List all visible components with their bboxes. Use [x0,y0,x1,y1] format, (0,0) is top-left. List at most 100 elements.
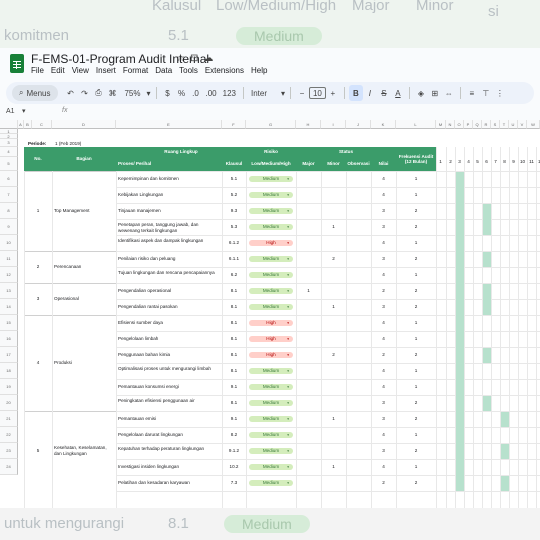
frekuensi-cell[interactable]: 1 [396,320,436,326]
bold-button[interactable]: B [348,85,363,101]
star-icon[interactable]: ☆ [176,53,190,64]
row-header[interactable]: 23 [0,443,18,459]
risk-level-chip[interactable]: Medium ▾ [249,400,293,406]
frekuensi-cell[interactable]: 1 [396,432,436,438]
zoom-select[interactable]: 75% [120,85,146,101]
nilai-cell[interactable]: 4 [371,368,396,374]
search-menus-button[interactable]: ⌕ Menus [12,85,58,101]
column-header-p[interactable]: P [464,120,473,129]
risk-level-chip[interactable]: High ▾ [249,240,293,246]
risk-level-chip[interactable]: Medium ▾ [249,480,293,486]
column-header-r[interactable]: R [482,120,491,129]
proses-cell[interactable]: Investigasi insiden lingkungan [118,464,221,470]
frekuensi-cell[interactable]: 2 [396,416,436,422]
risk-level-chip[interactable]: Medium ▾ [249,464,293,470]
select-all-corner[interactable] [0,120,18,129]
proses-cell[interactable]: Efisiensi sumber daya [118,320,221,326]
currency-format-button[interactable]: $ [161,85,175,101]
nilai-cell[interactable]: 4 [371,336,396,342]
column-header-n[interactable]: N [446,120,455,129]
more-options-icon[interactable]: ⋮ [493,85,507,101]
row-header[interactable]: 12 [0,267,18,283]
risk-level-chip[interactable]: Medium ▾ [249,416,293,422]
column-header-s[interactable]: S [491,120,500,129]
row-header[interactable]: 16 [0,331,18,347]
nilai-cell[interactable]: 3 [371,304,396,310]
menu-extensions[interactable]: Extensions [205,66,244,75]
proses-cell[interactable]: Kepatuhan terhadap peraturan lingkungan [118,446,221,452]
klausul-cell[interactable]: 9.1.2 [222,448,246,454]
nilai-cell[interactable]: 4 [371,432,396,438]
klausul-cell[interactable]: 9.1 [222,416,246,422]
frekuensi-cell[interactable]: 1 [396,192,436,198]
row-header[interactable]: 14 [0,299,18,315]
risk-level-chip[interactable]: Medium ▾ [249,304,293,310]
font-size-increase-button[interactable]: + [326,85,340,101]
frekuensi-cell[interactable]: 1 [396,336,436,342]
proses-cell[interactable]: Penggunaan bahan kimia [118,352,221,358]
column-header-l[interactable]: L [396,120,436,129]
nilai-cell[interactable]: 4 [371,176,396,182]
proses-cell[interactable]: Pengendalian rantai pasokan [118,304,221,310]
proses-cell[interactable]: Tujuan lingkungan dan rencana pencapaian… [118,270,221,276]
risk-level-chip[interactable]: Medium ▾ [249,256,293,262]
folder-icon[interactable]: ⊡ [190,53,203,64]
risk-level-chip[interactable]: Medium ▾ [249,208,293,214]
column-header-i[interactable]: I [321,120,346,129]
klausul-cell[interactable]: 6.1.1 [222,256,246,262]
column-header-e[interactable]: E [116,120,222,129]
proses-cell[interactable]: Kepemimpinan dan komitmen [118,176,221,182]
row-header[interactable]: 17 [0,347,18,363]
borders-icon[interactable]: ⊞ [428,85,442,101]
horizontal-align-icon[interactable]: ≡ [465,85,479,101]
nilai-cell[interactable]: 4 [371,464,396,470]
proses-cell[interactable]: Pemantauan konsumsi energi [118,384,221,390]
frekuensi-cell[interactable]: 2 [396,288,436,294]
risk-level-chip[interactable]: High ▾ [249,352,293,358]
klausul-cell[interactable]: 8.1 [222,352,246,358]
font-size-input[interactable]: 10 [308,87,326,99]
row-header[interactable]: 9 [0,219,18,235]
redo-icon[interactable]: ↷ [78,85,92,101]
frekuensi-cell[interactable]: 1 [396,176,436,182]
font-select[interactable]: Inter [248,85,280,101]
frekuensi-cell[interactable]: 2 [396,224,436,230]
nilai-cell[interactable]: 3 [371,256,396,262]
name-box[interactable]: A1 [6,108,15,115]
print-icon[interactable]: ⎙ [92,85,106,101]
menu-edit[interactable]: Edit [51,66,65,75]
klausul-cell[interactable]: 6.1.2 [222,240,246,246]
nilai-cell[interactable]: 3 [371,400,396,406]
merge-cells-icon[interactable]: ⇔ [442,85,456,101]
risk-level-chip[interactable]: Medium ▾ [249,192,293,198]
menu-view[interactable]: View [72,66,89,75]
menu-file[interactable]: File [31,66,44,75]
nilai-cell[interactable]: 2 [371,352,396,358]
proses-cell[interactable]: Pelatihan dan kesadaran karyawan [118,480,221,486]
klausul-cell[interactable]: 9.3 [222,208,246,214]
nilai-cell[interactable]: 3 [371,448,396,454]
column-header-b[interactable]: B [24,120,32,129]
risk-level-chip[interactable]: High ▾ [249,336,293,342]
risk-level-chip[interactable]: Medium ▾ [249,176,293,182]
frekuensi-cell[interactable]: 2 [396,480,436,486]
spreadsheet-grid[interactable]: A B C D E F G H I J K L M N O P Q R S T U V W 1 2 3 4 5 6 7 8 9 10 11 12 13… [0,120,540,508]
klausul-cell[interactable]: 10.2 [222,464,246,470]
row-header[interactable]: 6 [0,171,18,187]
proses-cell[interactable]: Penetapan peran, tanggung jawab, dan wew… [118,222,221,233]
risk-level-chip[interactable]: Medium ▾ [249,448,293,454]
row-header[interactable]: 5 [0,157,18,171]
minor-cell[interactable]: 2 [321,256,346,262]
row-header[interactable]: 11 [0,251,18,267]
proses-cell[interactable]: Pemantauan emisi [118,416,221,422]
frekuensi-cell[interactable]: 2 [396,400,436,406]
proses-cell[interactable]: Penilaian risiko dan peluang [118,256,221,262]
risk-level-chip[interactable]: Medium ▾ [249,432,293,438]
decrease-decimal-button[interactable]: .0 [189,85,203,101]
frekuensi-cell[interactable]: 1 [396,464,436,470]
proses-cell[interactable]: Peningkatan efisiensi penggunaan air [118,398,221,404]
row-header[interactable]: 4 [0,147,18,157]
risk-level-chip[interactable]: Medium ▾ [249,368,293,374]
strikethrough-button[interactable]: S [377,85,391,101]
increase-decimal-button[interactable]: .00 [203,85,220,101]
